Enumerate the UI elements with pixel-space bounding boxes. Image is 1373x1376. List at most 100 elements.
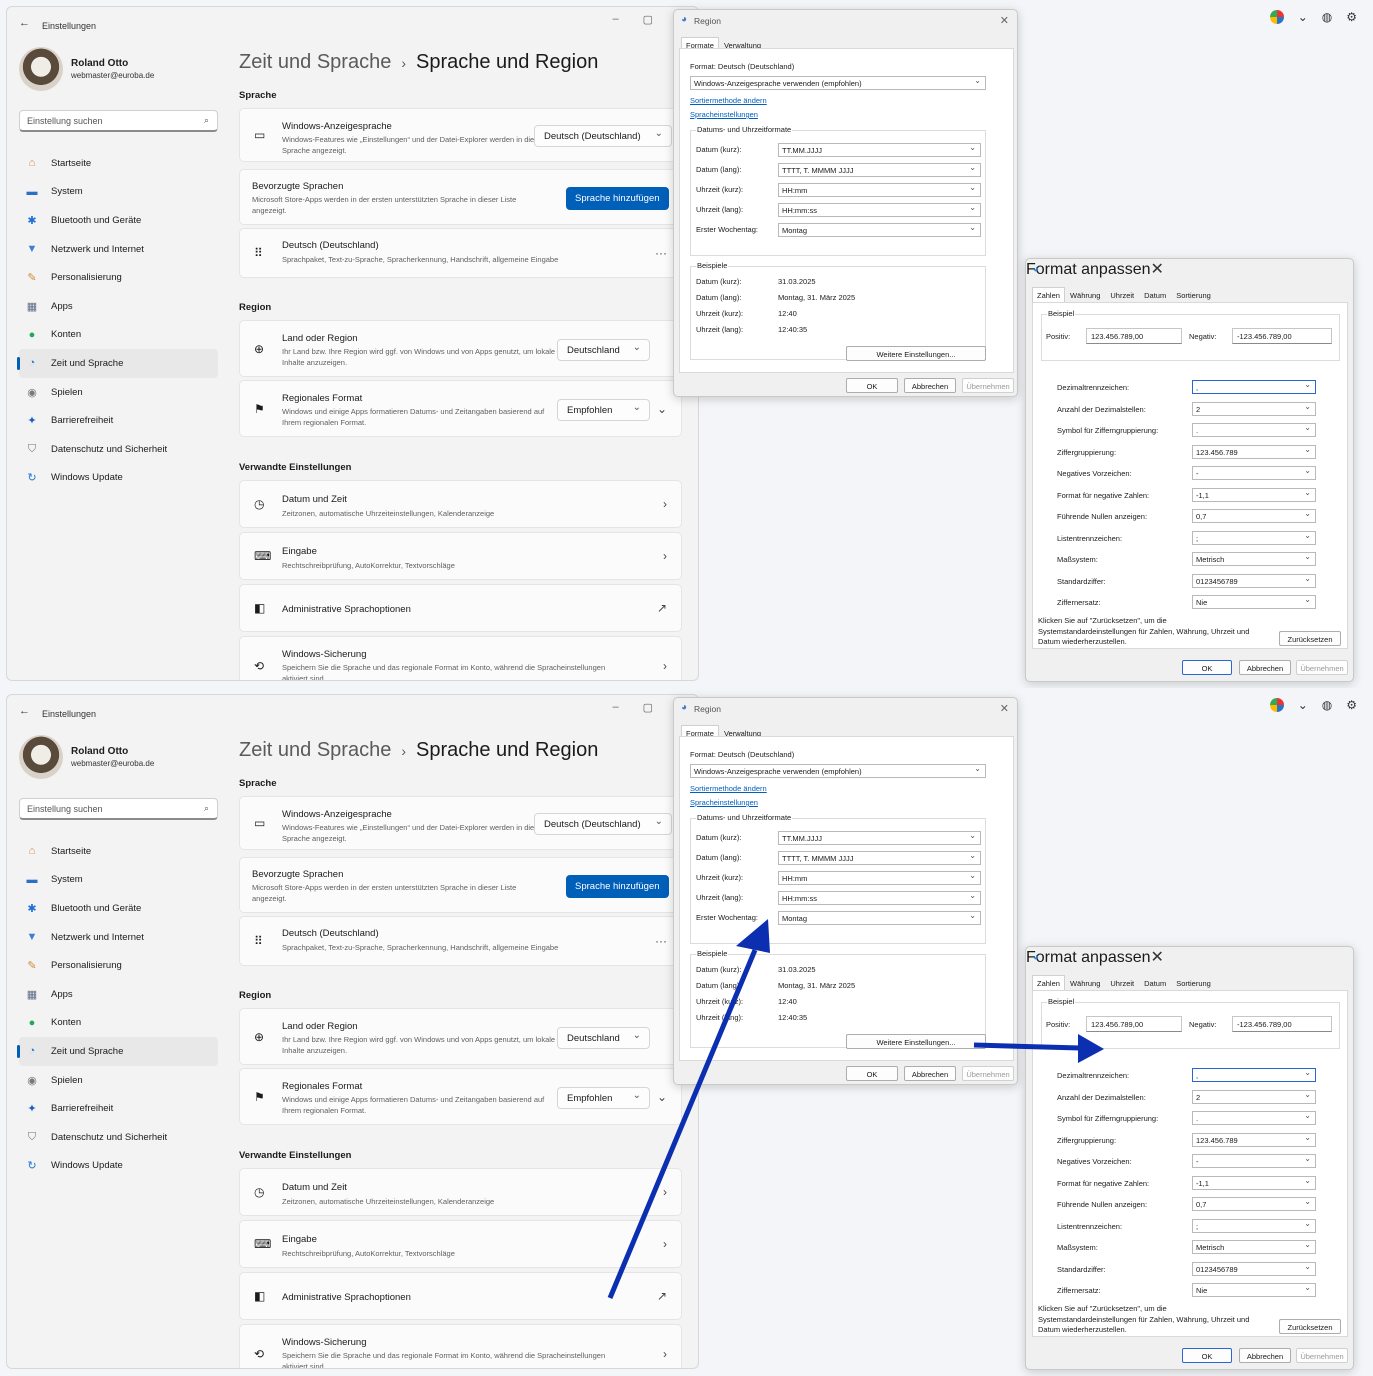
format-row-select[interactable]: HH:mm xyxy=(778,871,981,885)
sort-method-link[interactable]: Sortiermethode ändern xyxy=(690,784,767,793)
date-time-link[interactable]: ◷ Datum und Zeit Zeitzonen, automatische U… xyxy=(239,1168,682,1216)
format-row-select[interactable]: HH:mm:ss xyxy=(778,203,981,217)
globe-icon[interactable]: ◍ xyxy=(1322,10,1332,24)
chevron-down-icon[interactable]: ⌄ xyxy=(1298,698,1308,712)
sidebar-item-apps[interactable]: ▦ Apps xyxy=(19,980,218,1009)
sidebar-item-person[interactable]: ● Konten xyxy=(19,1009,218,1038)
copilot-icon[interactable] xyxy=(1269,698,1284,712)
language-german-item[interactable]: ⠿ Deutsch (Deutschland) Sprachpaket, Text-… xyxy=(239,228,682,278)
sidebar-item-wifi[interactable]: ▼ Netzwerk und Internet xyxy=(19,923,218,952)
more-settings-button[interactable]: Weitere Einstellungen... xyxy=(846,1034,986,1049)
display-language-dropdown[interactable]: Deutsch (Deutschland) xyxy=(534,125,672,147)
sidebar-item-accessibility[interactable]: ✦ Barrierefreiheit xyxy=(19,1094,218,1123)
number-setting-select[interactable]: 123.456.789 xyxy=(1192,444,1316,459)
cancel-button[interactable]: Abbrechen xyxy=(1239,1348,1291,1363)
minimize-icon[interactable]: – xyxy=(612,701,618,714)
sidebar-item-clock-globe[interactable]: ◔ Zeit und Sprache xyxy=(17,1037,218,1066)
sidebar-item-update[interactable]: ↻ Windows Update xyxy=(19,464,218,493)
regional-format-dropdown[interactable]: Empfohlen xyxy=(557,399,650,421)
apply-button[interactable]: Übernehmen xyxy=(962,1066,1014,1081)
close-icon[interactable]: ✕ xyxy=(1151,261,1164,278)
ok-button[interactable]: OK xyxy=(846,378,898,393)
number-setting-select[interactable]: 123.456.789 xyxy=(1192,1132,1316,1147)
sidebar-item-shield[interactable]: ⛉ Datenschutz und Sicherheit xyxy=(19,1123,218,1152)
sidebar-item-wifi[interactable]: ▼ Netzwerk und Internet xyxy=(19,235,218,264)
sidebar-item-gamepad[interactable]: ◉ Spielen xyxy=(19,1066,218,1095)
language-settings-link[interactable]: Spracheinstellungen xyxy=(690,110,758,119)
windows-backup-card[interactable]: ⟲ Windows-Sicherung Speichern Sie die Spra… xyxy=(239,1324,682,1368)
reset-button[interactable]: Zurücksetzen xyxy=(1279,1319,1341,1334)
cancel-button[interactable]: Abbrechen xyxy=(904,1066,956,1081)
admin-language-link[interactable]: ◧ Administrative Sprachoptionen ↗ xyxy=(239,1272,682,1320)
format-row-select[interactable]: TT.MM.JJJJ xyxy=(778,831,981,845)
date-time-link[interactable]: ◷ Datum und Zeit Zeitzonen, automatische U… xyxy=(239,480,682,528)
number-setting-select[interactable]: Metrisch xyxy=(1192,552,1316,566)
sidebar-item-update[interactable]: ↻ Windows Update xyxy=(19,1152,218,1181)
maximize-icon[interactable]: ▢ xyxy=(643,13,653,26)
regional-format-dropdown[interactable]: Empfohlen xyxy=(557,1087,650,1109)
search-input[interactable]: Einstellung suchen ⌕ xyxy=(19,110,218,132)
number-setting-select[interactable]: Nie xyxy=(1192,1283,1316,1297)
user-account[interactable]: Roland Otto webmaster@euroba.de xyxy=(19,47,154,91)
input-link[interactable]: ⌨ Eingabe Rechtschreibprüfung, AutoKorrekt… xyxy=(239,1220,682,1268)
number-setting-select[interactable]: - xyxy=(1192,466,1316,480)
number-setting-select[interactable]: -1,1 xyxy=(1192,1175,1316,1190)
sidebar-item-home[interactable]: ⌂ Startseite xyxy=(19,837,218,866)
number-setting-select[interactable]: 0123456789 xyxy=(1192,573,1316,588)
input-link[interactable]: ⌨ Eingabe Rechtschreibprüfung, AutoKorrekt… xyxy=(239,532,682,580)
admin-language-link[interactable]: ◧ Administrative Sprachoptionen ↗ xyxy=(239,584,682,632)
number-setting-select[interactable]: Nie xyxy=(1192,595,1316,609)
sidebar-item-person[interactable]: ● Konten xyxy=(19,321,218,350)
sidebar-item-bluetooth[interactable]: ✱ Bluetooth und Geräte xyxy=(19,894,218,923)
cancel-button[interactable]: Abbrechen xyxy=(904,378,956,393)
gear-icon[interactable]: ⚙ xyxy=(1346,10,1357,24)
sidebar-item-accessibility[interactable]: ✦ Barrierefreiheit xyxy=(19,406,218,435)
format-row-select[interactable]: Montag xyxy=(778,911,981,925)
number-setting-select[interactable]: , xyxy=(1192,1068,1316,1082)
sidebar-item-gamepad[interactable]: ◉ Spielen xyxy=(19,378,218,407)
globe-icon[interactable]: ◍ xyxy=(1322,698,1332,712)
more-options-icon[interactable]: ··· xyxy=(655,246,667,260)
sidebar-item-home[interactable]: ⌂ Startseite xyxy=(19,149,218,178)
copilot-icon[interactable] xyxy=(1269,10,1284,24)
sidebar-item-monitor[interactable]: ▬ System xyxy=(19,178,218,207)
minimize-icon[interactable]: – xyxy=(612,13,618,26)
maximize-icon[interactable]: ▢ xyxy=(643,701,653,714)
back-arrow-icon[interactable]: ← xyxy=(19,705,30,717)
number-setting-select[interactable]: 2 xyxy=(1192,401,1316,416)
number-setting-select[interactable]: ; xyxy=(1192,530,1316,545)
number-setting-select[interactable]: 0,7 xyxy=(1192,1197,1316,1211)
sidebar-item-apps[interactable]: ▦ Apps xyxy=(19,292,218,321)
expand-chevron-icon[interactable]: ⌄ xyxy=(657,1090,667,1104)
ok-button[interactable]: OK xyxy=(1182,1348,1232,1363)
format-select[interactable]: Windows-Anzeigesprache verwenden (empfoh… xyxy=(690,764,986,778)
ok-button[interactable]: OK xyxy=(846,1066,898,1081)
ok-button[interactable]: OK xyxy=(1182,660,1232,675)
sidebar-item-bluetooth[interactable]: ✱ Bluetooth und Geräte xyxy=(19,206,218,235)
number-setting-select[interactable]: ; xyxy=(1192,1218,1316,1233)
sidebar-item-brush[interactable]: ✎ Personalisierung xyxy=(19,263,218,292)
format-select[interactable]: Windows-Anzeigesprache verwenden (empfoh… xyxy=(690,76,986,90)
close-icon[interactable]: ✕ xyxy=(1000,14,1009,27)
sidebar-item-clock-globe[interactable]: ◔ Zeit und Sprache xyxy=(17,349,218,378)
number-setting-select[interactable]: - xyxy=(1192,1154,1316,1168)
close-icon[interactable]: ✕ xyxy=(1151,949,1164,966)
more-settings-button[interactable]: Weitere Einstellungen... xyxy=(846,346,986,361)
format-row-select[interactable]: HH:mm:ss xyxy=(778,891,981,905)
apply-button[interactable]: Übernehmen xyxy=(962,378,1014,393)
reset-button[interactable]: Zurücksetzen xyxy=(1279,631,1341,646)
breadcrumb-parent[interactable]: Zeit und Sprache xyxy=(239,739,391,761)
sidebar-item-shield[interactable]: ⛉ Datenschutz und Sicherheit xyxy=(19,435,218,464)
number-setting-select[interactable]: Metrisch xyxy=(1192,1240,1316,1254)
format-row-select[interactable]: TTTT, T. MMMM JJJJ xyxy=(778,163,981,177)
sidebar-item-brush[interactable]: ✎ Personalisierung xyxy=(19,951,218,980)
search-input[interactable]: Einstellung suchen ⌕ xyxy=(19,798,218,820)
country-dropdown[interactable]: Deutschland xyxy=(557,339,650,361)
number-setting-select[interactable]: . xyxy=(1192,1111,1316,1125)
sidebar-item-monitor[interactable]: ▬ System xyxy=(19,866,218,895)
close-icon[interactable]: ✕ xyxy=(1000,702,1009,715)
add-language-button[interactable]: Sprache hinzufügen xyxy=(566,875,669,898)
more-options-icon[interactable]: ··· xyxy=(655,934,667,948)
add-language-button[interactable]: Sprache hinzufügen xyxy=(566,187,669,210)
number-setting-select[interactable]: , xyxy=(1192,380,1316,394)
